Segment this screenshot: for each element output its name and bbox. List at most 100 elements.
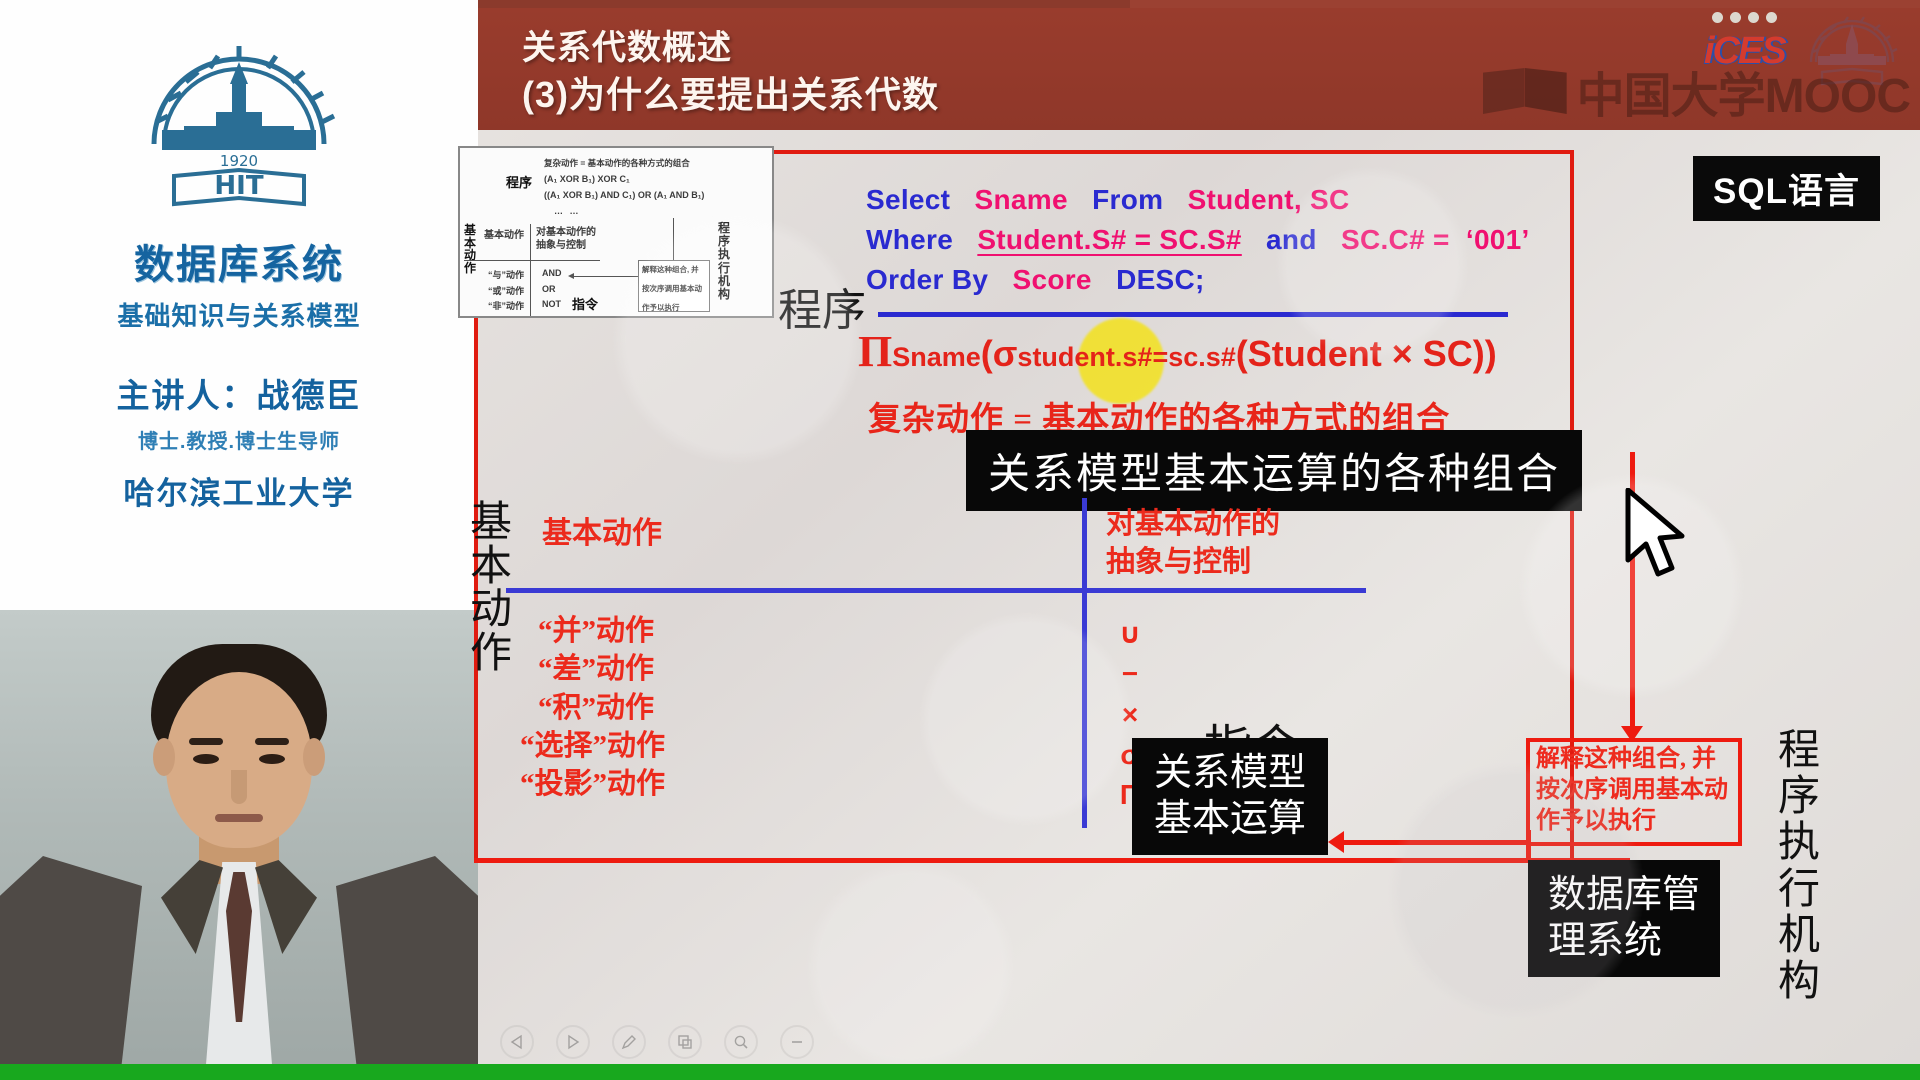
triangle-right-icon <box>568 1034 580 1050</box>
thumb-col1: 基本动作 <box>484 230 524 241</box>
svg-text:1920: 1920 <box>220 152 258 170</box>
list-item: “积”动作 <box>538 691 655 724</box>
thumb-arrow-icon <box>568 273 574 279</box>
lecturer-titles: 博士.教授.博士生导师 <box>137 431 341 453</box>
course-title: 数据库系统 <box>134 243 344 287</box>
pi-symbol: Π <box>858 327 893 376</box>
dbms-badge-line2: 理系统 <box>1548 920 1663 963</box>
sql-kw-select: Select <box>866 184 951 215</box>
blue-divider-rule <box>878 312 1508 317</box>
lecturer-name: 主讲人：战德臣 <box>116 377 362 414</box>
quadrant-top-right-label: 对基本动作的 抽象与控制 <box>1106 506 1280 581</box>
thumb-vertical-divider <box>530 224 531 316</box>
minimize-button[interactable] <box>780 1025 814 1059</box>
list-item: “差”动作 <box>538 653 655 686</box>
list-item: “并”动作 <box>538 615 655 647</box>
combination-badge: 关系模型基本运算的各种组合 <box>966 430 1583 511</box>
thumb-left-connector <box>572 276 638 277</box>
copy-icon <box>678 1035 692 1049</box>
eyebrow-right <box>255 738 289 745</box>
quadrant-vertical-axis <box>1082 498 1087 828</box>
mouth <box>215 814 263 822</box>
thumbnail-diagram: 程序 复杂动作 = 基本动作的各种方式的组合 (A₁ XOR B₁) XOR C… <box>458 146 774 318</box>
sql-statement: Select Sname From Student, SC Where Stud… <box>866 180 1530 299</box>
thumb-line4: … … <box>554 206 581 216</box>
nose <box>231 770 247 804</box>
basic-action-axis-label: 基本动作 <box>470 500 513 678</box>
progress-bar[interactable] <box>0 1064 1920 1080</box>
open-paren: ( <box>980 333 993 374</box>
thumb-interp-l1: 解释这种组合, 并 <box>642 265 699 274</box>
thumb-instruction: 指令 <box>572 297 599 312</box>
pen-icon <box>621 1035 636 1050</box>
pen-tool-button[interactable] <box>612 1025 646 1059</box>
sql-line-2: Where Student.S# = SC.S# and SC.C# = ‘00… <box>866 220 1530 260</box>
thumb-line2: (A₁ XOR B₁) XOR C₁ <box>544 174 630 184</box>
dbms-badge: 数据库管 理系统 <box>1528 860 1721 977</box>
sql-line-1: Select Sname From Student, SC <box>866 180 1530 220</box>
quadrant-bottom-left-list: “并”动作 “差”动作 “积”动作 “选择”动作 “投影”动作 <box>520 612 665 803</box>
next-slide-button[interactable] <box>556 1025 590 1059</box>
sigma-subscript: student.s#=sc.s# <box>1017 342 1236 372</box>
suit-left <box>0 856 142 1070</box>
list-item: × <box>1121 698 1139 730</box>
interpretation-text: 解释这种组合, 并 按次序调用基本动 作予以执行 <box>1536 744 1728 838</box>
hit-crest-icon: 1920 HIT <box>151 46 336 207</box>
presenter-video-feed <box>0 610 478 1070</box>
sql-kw-where: Where <box>866 223 954 255</box>
list-item: “投影”动作 <box>520 768 666 801</box>
red-flow-left-line <box>1340 840 1530 845</box>
prev-slide-button[interactable] <box>500 1025 534 1059</box>
sql-join-condition: Student.S# = SC.S# <box>977 223 1242 255</box>
ops-badge-line2: 基本运算 <box>1154 798 1307 841</box>
sql-kw-from: From <box>1092 184 1164 215</box>
thumb-op-3: NOT <box>542 299 561 309</box>
course-brand-card: 1920 HIT 数据库系统 基础知识与关系模型 主讲人：战德臣 博士.教授.博… <box>0 0 478 610</box>
thumb-op-1: AND <box>542 268 562 278</box>
suit-right <box>336 856 478 1070</box>
program-label: 程序 <box>778 286 866 335</box>
quadrant-horizontal-axis <box>506 588 1366 593</box>
sql-kw-orderby: Order By <box>866 263 989 295</box>
thumb-down-connector <box>673 218 674 260</box>
sql-language-badge: SQL语言 <box>1693 156 1880 221</box>
eye-left <box>193 754 219 764</box>
thumb-col2-l1: 对基本动作的 <box>536 227 596 238</box>
slide-controls-toolbar[interactable] <box>478 1020 1920 1064</box>
mouse-cursor-icon <box>1625 488 1685 577</box>
zoom-button[interactable] <box>724 1025 758 1059</box>
program-exec-mechanism-label: 程序执行机构 <box>1778 728 1821 1005</box>
list-item: − <box>1121 658 1139 690</box>
red-frame-bottom-line <box>474 858 1630 863</box>
mooc-watermark: 中国大学MOOC <box>1482 56 1911 126</box>
thumb-exec-label: 程序执行机构 <box>718 221 731 301</box>
thumb-interp-l3: 作予以执行 <box>642 302 680 312</box>
relational-algebra-formula: ΠSname(σstudent.s#=sc.s#(Student × SC)) <box>858 326 1497 377</box>
thumb-action-3: “非”动作 <box>488 301 525 311</box>
thumb-program-label: 程序 <box>506 175 533 190</box>
slide-header: 关系代数概述 (3)为什么要提出关系代数 iCES 中国大学MOOC <box>478 8 1920 130</box>
eyebrow-left <box>189 738 223 745</box>
ops-badge-line1: 关系模型 <box>1154 752 1307 794</box>
sql-id-tables: Student, SC <box>1187 184 1350 215</box>
triangle-left-icon <box>510 1034 522 1050</box>
sql-literal-001: ‘001’ <box>1465 223 1530 255</box>
screenshot-button[interactable] <box>668 1025 702 1059</box>
thumb-interp-l2: 按次序调用基本动 <box>642 283 702 293</box>
thumb-left-axis: 基本动作 <box>464 223 477 276</box>
book-icon <box>1482 68 1567 114</box>
eye-right <box>259 754 285 764</box>
dbms-badge-line1: 数据库管 <box>1548 874 1701 916</box>
interp-line1: 解释这种组合, 并 <box>1536 746 1716 772</box>
sql-cond-course: SC.C# = <box>1340 223 1450 255</box>
thumb-line1: 复杂动作 = 基本动作的各种方式的组合 <box>544 158 690 168</box>
formula-tail: (Student × SC)) <box>1235 333 1497 374</box>
thumb-interp-box: 解释这种组合, 并 按次序调用基本动 作予以执行 <box>638 260 710 312</box>
ices-dots-icon <box>1712 12 1777 23</box>
slide-content: 程序 复杂动作 = 基本动作的各种方式的组合 (A₁ XOR B₁) XOR C… <box>458 130 1920 1080</box>
thumb-horizontal-divider <box>464 260 600 261</box>
thumb-op-2: OR <box>542 284 556 294</box>
sql-line-3: Order By Score DESC; <box>866 260 1530 300</box>
slide-pane: 关系代数概述 (3)为什么要提出关系代数 iCES 中国大学MOOC 程序 复杂… <box>458 0 1920 1080</box>
pi-subscript: Sname <box>892 342 981 372</box>
